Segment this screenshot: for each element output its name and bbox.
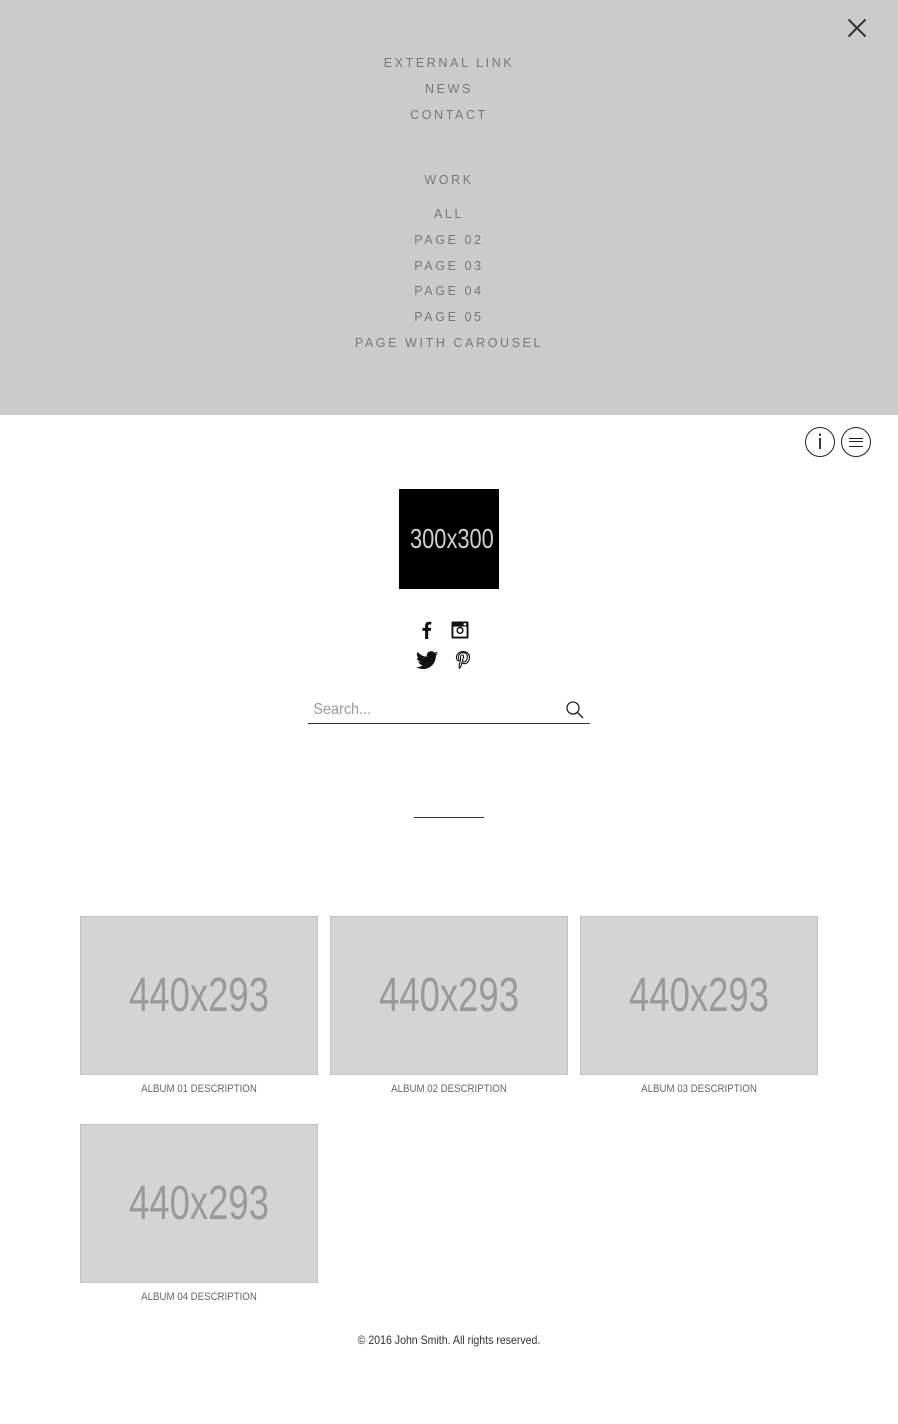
pinterest-icon[interactable] [450, 647, 476, 673]
album-card[interactable]: 440x293 ALBUM 03 DESCRIPTION [580, 916, 818, 1095]
logo-text: 300x300 [410, 523, 494, 554]
menu-item-page-05[interactable]: PAGE 05 [0, 304, 898, 330]
search-input[interactable] [308, 697, 530, 723]
album-card[interactable]: 440x293 ALBUM 02 DESCRIPTION [330, 916, 568, 1095]
footer-copyright: © 2016 John Smith. All rights reserved. [357, 1333, 541, 1347]
twitter-icon[interactable] [414, 647, 440, 673]
search-bar [308, 697, 590, 724]
album-card[interactable]: 440x293 ALBUM 01 DESCRIPTION [80, 916, 318, 1095]
top-menu-list: EXTERNAL LINK NEWS CONTACT [0, 50, 898, 128]
work-menu-list: ALL PAGE 02 PAGE 03 PAGE 04 PAGE 05 PAGE… [0, 201, 898, 356]
info-button[interactable]: i [805, 427, 835, 457]
album-description[interactable]: ALBUM 03 DESCRIPTION [594, 1083, 803, 1095]
album-description[interactable]: ALBUM 04 DESCRIPTION [94, 1291, 303, 1303]
menu-item-page-04[interactable]: PAGE 04 [0, 278, 898, 304]
menu-item-contact[interactable]: CONTACT [0, 102, 898, 128]
album-thumbnail[interactable]: 440x293 [330, 916, 568, 1075]
search-icon[interactable] [565, 700, 585, 720]
facebook-icon[interactable] [414, 617, 440, 643]
album-thumbnail[interactable]: 440x293 [80, 916, 318, 1075]
album-description[interactable]: ALBUM 02 DESCRIPTION [344, 1083, 553, 1095]
album-thumbnail[interactable]: 440x293 [580, 916, 818, 1075]
album-thumbnail[interactable]: 440x293 [80, 1124, 318, 1283]
thumbnail-placeholder-text: 440x293 [129, 1177, 269, 1230]
overlay-menu: EXTERNAL LINK NEWS CONTACT WORK ALL PAGE… [0, 0, 898, 415]
menu-item-page-with-carousel[interactable]: PAGE WITH CAROUSEL [0, 330, 898, 356]
section-divider [414, 817, 484, 818]
instagram-icon[interactable] [447, 617, 473, 643]
menu-item-news[interactable]: NEWS [0, 76, 898, 102]
menu-item-all[interactable]: ALL [0, 201, 898, 227]
album-description[interactable]: ALBUM 01 DESCRIPTION [94, 1083, 303, 1095]
thumbnail-placeholder-text: 440x293 [129, 969, 269, 1022]
thumbnail-placeholder-text: 440x293 [379, 969, 519, 1022]
menu-item-external-link[interactable]: EXTERNAL LINK [0, 50, 898, 76]
site-logo[interactable]: 300x300 [399, 489, 499, 589]
menu-item-page-03[interactable]: PAGE 03 [0, 253, 898, 279]
menu-item-page-02[interactable]: PAGE 02 [0, 227, 898, 253]
hamburger-menu-icon[interactable] [841, 427, 871, 457]
menu-heading-work[interactable]: WORK [0, 167, 898, 193]
album-card[interactable]: 440x293 ALBUM 04 DESCRIPTION [80, 1124, 318, 1303]
close-icon[interactable] [846, 17, 868, 39]
thumbnail-placeholder-text: 440x293 [629, 969, 769, 1022]
info-icon: i [817, 430, 823, 454]
